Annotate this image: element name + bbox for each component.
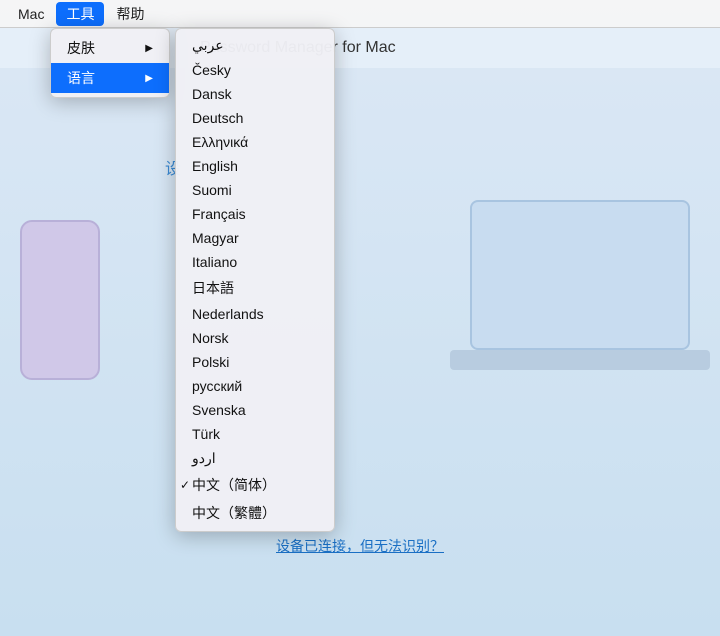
language-arrow-icon: ▶ (145, 73, 153, 84)
lang-item-7[interactable]: Français (176, 202, 334, 226)
laptop-base-illustration (450, 350, 710, 370)
phone-illustration (20, 220, 100, 380)
tools-menu-item-language[interactable]: 语言 ▶ (51, 63, 169, 93)
lang-item-12[interactable]: Norsk (176, 326, 334, 350)
tools-menu-item-skin[interactable]: 皮肤 ▶ (51, 33, 169, 63)
lang-item-8[interactable]: Magyar (176, 226, 334, 250)
menubar: Mac 工具 帮助 (0, 0, 720, 28)
lang-item-5[interactable]: English (176, 154, 334, 178)
menubar-item-mac[interactable]: Mac (8, 4, 54, 24)
laptop-illustration (470, 200, 690, 350)
lang-item-18[interactable]: 中文（简体） (176, 471, 334, 499)
lang-item-3[interactable]: Deutsch (176, 106, 334, 130)
skin-arrow-icon: ▶ (145, 43, 153, 54)
lang-item-19[interactable]: 中文（繁體） (176, 499, 334, 527)
menubar-item-tools[interactable]: 工具 (56, 2, 104, 26)
lang-item-4[interactable]: Ελληνικά (176, 130, 334, 154)
lang-item-14[interactable]: русский (176, 374, 334, 398)
lang-item-2[interactable]: Dansk (176, 82, 334, 106)
lang-item-15[interactable]: Svenska (176, 398, 334, 422)
tools-language-label: 语言 (67, 68, 95, 88)
lang-item-13[interactable]: Polski (176, 350, 334, 374)
language-submenu: عربيČeskyDanskDeutschΕλληνικάEnglishSuom… (175, 28, 335, 532)
tools-menu: 皮肤 ▶ 语言 ▶ (50, 28, 170, 98)
lang-item-17[interactable]: اردو (176, 446, 334, 471)
lang-item-11[interactable]: Nederlands (176, 302, 334, 326)
lang-item-9[interactable]: Italiano (176, 250, 334, 274)
lang-item-6[interactable]: Suomi (176, 178, 334, 202)
device-not-recognized-link[interactable]: 设备已连接，但无法识别？ (276, 536, 444, 556)
lang-item-16[interactable]: Türk (176, 422, 334, 446)
lang-item-10[interactable]: 日本語 (176, 274, 334, 302)
lang-item-1[interactable]: Česky (176, 58, 334, 82)
tools-skin-label: 皮肤 (67, 38, 95, 58)
menubar-item-help[interactable]: 帮助 (106, 2, 154, 26)
lang-item-0[interactable]: عربي (176, 33, 334, 58)
